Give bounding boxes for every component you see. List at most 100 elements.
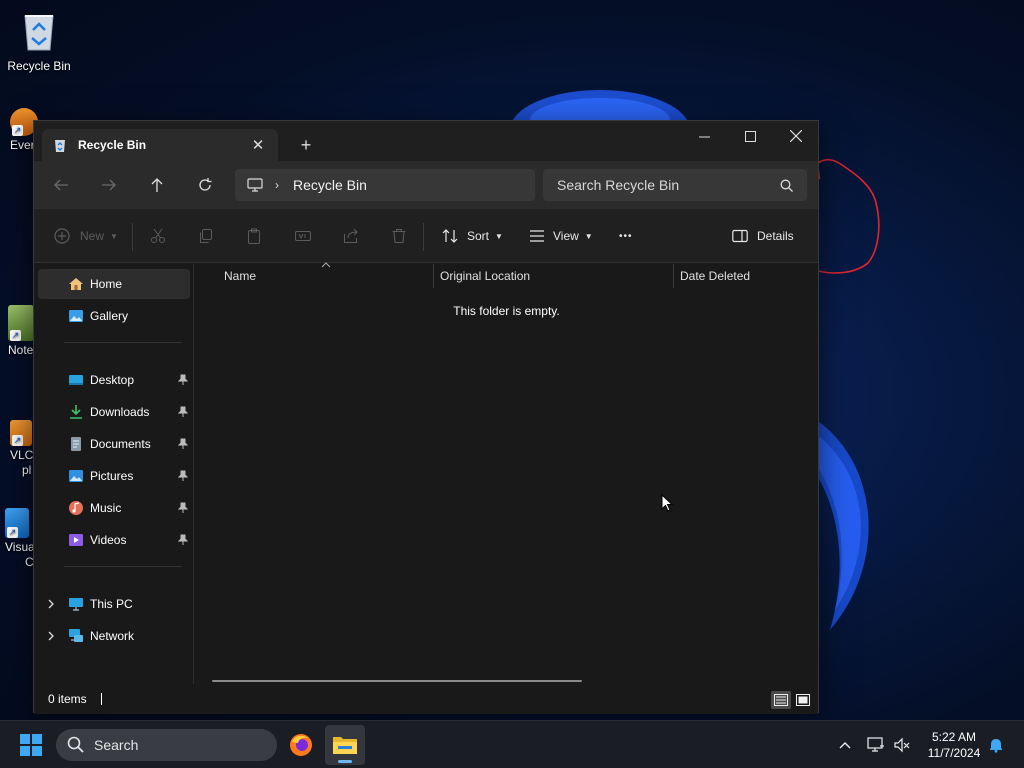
details-view-toggle[interactable]: [771, 691, 791, 709]
new-button[interactable]: New ▼: [54, 223, 118, 249]
sidebar-item-gallery[interactable]: Gallery: [38, 301, 190, 331]
sidebar-item-music[interactable]: Music: [38, 493, 190, 523]
desktop-icon-recycle-bin[interactable]: Recycle Bin: [1, 8, 77, 73]
sidebar-item-label: Videos: [90, 533, 127, 547]
scissors-icon: [151, 228, 165, 243]
details-pane-button[interactable]: Details: [732, 223, 794, 249]
pin-icon[interactable]: [178, 406, 188, 418]
recycle-bin-icon: [24, 15, 54, 51]
windows-start-icon[interactable]: [16, 731, 46, 759]
cut-button[interactable]: [150, 223, 166, 249]
sidebar-item-pictures[interactable]: Pictures: [38, 461, 190, 491]
active-app-indicator: [338, 760, 352, 763]
minimize-icon: [698, 136, 710, 137]
shortcut-arrow-icon: ↗: [7, 527, 18, 538]
chevron-right-icon[interactable]: [46, 597, 56, 611]
toolbar-divider: [423, 223, 424, 251]
copy-button[interactable]: [198, 223, 214, 249]
minimize-button[interactable]: [681, 121, 727, 151]
sidebar-item-network[interactable]: Network: [38, 621, 190, 651]
network-icon: [69, 629, 83, 642]
sidebar-item-label: Desktop: [90, 373, 135, 387]
file-explorer-window: Recycle Bin ✕ + › Recycle Bin Search Rec…: [33, 120, 819, 714]
sidebar-item-home[interactable]: Home: [38, 269, 190, 299]
taskbar-firefox[interactable]: [281, 725, 321, 765]
up-button[interactable]: [141, 169, 173, 201]
address-bar[interactable]: › Recycle Bin: [235, 169, 535, 201]
status-bar: 0 items: [34, 684, 818, 714]
pictures-icon: [69, 470, 83, 482]
taskbar-search[interactable]: Search: [56, 729, 277, 761]
sidebar-item-label: Documents: [90, 437, 151, 451]
pin-icon[interactable]: [178, 502, 188, 514]
taskbar-search-label: Search: [94, 737, 139, 753]
desktop-icon-label: VLC: [10, 448, 34, 462]
close-tab-icon[interactable]: ✕: [248, 135, 268, 155]
details-view-icon: [774, 694, 788, 706]
volume-button[interactable]: [892, 735, 912, 755]
new-tab-button[interactable]: +: [292, 133, 320, 157]
sidebar-item-videos[interactable]: Videos: [38, 525, 190, 555]
see-more-button[interactable]: •••: [619, 223, 633, 249]
desktop-icon-vlc[interactable]: ↗ VLC pl: [10, 420, 33, 478]
details-pane-icon: [732, 229, 748, 243]
gallery-icon: [69, 310, 83, 322]
pin-icon[interactable]: [178, 470, 188, 482]
breadcrumb-chevron-icon[interactable]: ›: [275, 178, 279, 192]
large-icons-view-toggle[interactable]: [793, 691, 813, 709]
desktop-icon-note[interactable]: ↗ Note: [8, 305, 34, 358]
desktop-icon-vscode[interactable]: ↗ Visua C: [5, 508, 35, 570]
tiles-view-icon: [796, 694, 810, 706]
show-hidden-icons-button[interactable]: [835, 735, 855, 755]
search-box[interactable]: Search Recycle Bin: [543, 169, 807, 201]
column-header-original-location[interactable]: Original Location: [440, 264, 530, 288]
red-annotation-mark: [815, 158, 880, 274]
sidebar-item-label: Gallery: [90, 309, 129, 323]
pin-icon[interactable]: [178, 438, 188, 450]
mouse-cursor-icon: [661, 494, 673, 512]
column-divider[interactable]: [433, 264, 434, 288]
column-header-name[interactable]: Name: [224, 264, 256, 288]
forward-button[interactable]: [93, 169, 125, 201]
chevron-right-icon[interactable]: [46, 629, 56, 643]
refresh-button[interactable]: [189, 169, 221, 201]
computer-icon: [69, 598, 83, 611]
maximize-button[interactable]: [727, 121, 773, 151]
item-count: 0 items: [48, 692, 87, 706]
sort-button[interactable]: Sort ▼: [442, 223, 503, 249]
sidebar-item-documents[interactable]: Documents: [38, 429, 190, 459]
column-divider[interactable]: [673, 264, 674, 288]
sidebar-item-desktop[interactable]: Desktop: [38, 365, 190, 395]
sidebar-item-this-pc[interactable]: This PC: [38, 589, 190, 619]
command-bar: New ▼ Sort ▼ View ▼ ••• Details: [34, 209, 818, 263]
rename-button[interactable]: [294, 223, 312, 249]
taskbar-file-explorer[interactable]: [325, 725, 365, 765]
pin-icon[interactable]: [178, 374, 188, 386]
share-icon: [344, 228, 358, 243]
paste-button[interactable]: [246, 223, 262, 249]
desktop-icon-label: Note: [8, 343, 34, 357]
recycle-bin-icon: [55, 140, 65, 152]
system-clock[interactable]: 5:22 AM 11/7/2024: [916, 729, 992, 761]
breadcrumb-recycle-bin[interactable]: Recycle Bin: [293, 177, 367, 193]
horizontal-scrollbar[interactable]: [212, 680, 582, 682]
sort-icon: [442, 229, 458, 243]
back-button[interactable]: [45, 169, 77, 201]
network-status-button[interactable]: [866, 735, 886, 755]
view-list-icon: [530, 230, 544, 242]
notifications-button[interactable]: [986, 735, 1006, 755]
close-window-button[interactable]: [773, 121, 819, 151]
sidebar-item-downloads[interactable]: Downloads: [38, 397, 190, 427]
empty-folder-message: This folder is empty.: [453, 304, 560, 318]
pin-icon[interactable]: [178, 534, 188, 546]
share-button[interactable]: [343, 223, 359, 249]
vlc-icon: ↗: [10, 420, 32, 446]
view-button[interactable]: View ▼: [529, 223, 593, 249]
view-label: View: [553, 229, 579, 243]
rename-icon: [295, 231, 311, 241]
search-placeholder: Search Recycle Bin: [557, 177, 680, 193]
column-header-date-deleted[interactable]: Date Deleted: [680, 264, 750, 288]
tab-recycle-bin[interactable]: Recycle Bin ✕: [42, 129, 278, 161]
desktop-icon-label: Visua: [5, 540, 35, 554]
delete-button[interactable]: [391, 223, 407, 249]
